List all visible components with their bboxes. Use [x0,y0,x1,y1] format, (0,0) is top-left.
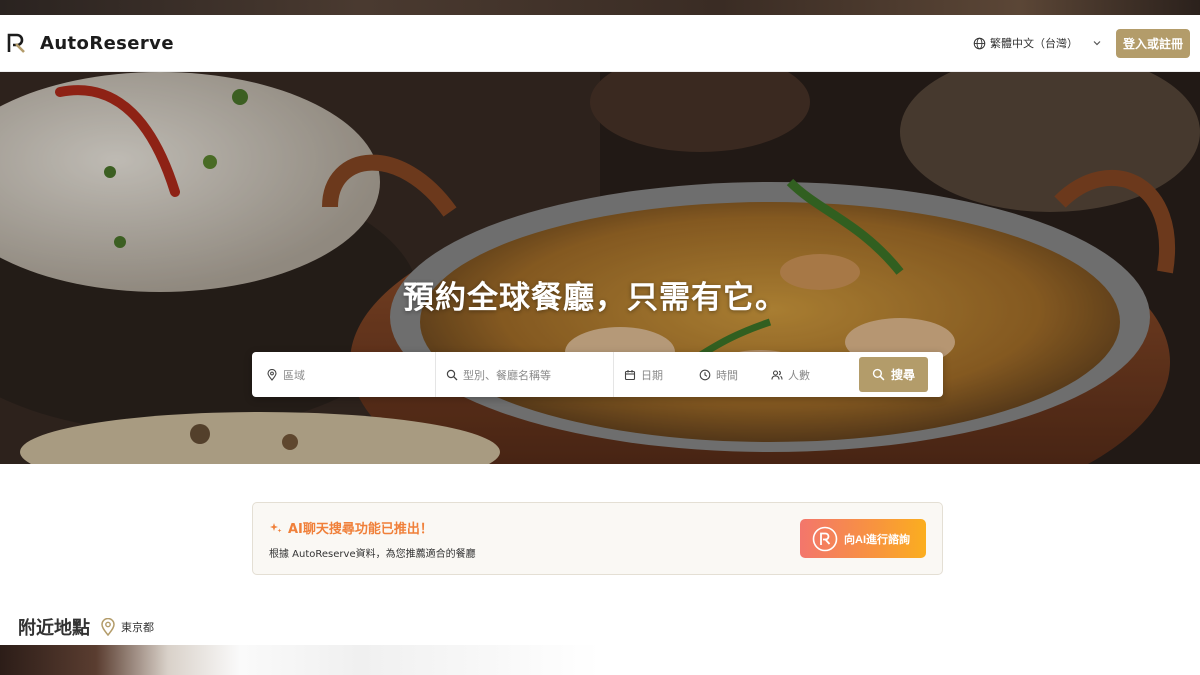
language-selector[interactable]: 繁體中文（台灣） [973,35,1102,51]
ai-banner-title: AI聊天搜尋功能已推出！ [269,518,433,537]
nearby-location-label: 東京都 [121,621,154,634]
nearby-location-selector[interactable]: 東京都 [100,618,154,636]
ask-ai-label: 向AI進行諮詢 [844,533,910,546]
brand-name: AutoReserve [40,32,174,54]
search-icon [446,369,458,380]
location-pin-icon [101,618,115,636]
genre-field[interactable]: 型別、餐廳名稱等 [436,352,614,397]
hero-headline: 預約全球餐廳，只需有它。 [403,280,787,316]
time-field[interactable]: 時間 [699,352,771,397]
search-button-label: 搜尋 [890,368,915,382]
location-pin-icon [267,368,277,381]
ai-banner-subtitle: 根據 AutoReserve資料，為您推薦適合的餐廳 [269,549,476,560]
search-icon [872,368,885,381]
ai-banner-title-text: AI聊天搜尋功能已推出！ [288,522,433,537]
top-photo-strip [0,0,1200,15]
header: AutoReserve 繁體中文（台灣） 登入或註冊 [0,15,1200,72]
area-placeholder: 區域 [283,368,305,382]
restaurant-search-bar: 區域 型別、餐廳名稱等 日期 時間 人數 搜尋 [252,352,943,397]
nearby-title: 附近地點 [18,618,90,639]
people-placeholder: 人數 [788,368,810,382]
time-placeholder: 時間 [716,368,738,382]
sparkle-icon [270,522,282,532]
people-field[interactable]: 人數 [771,352,859,397]
globe-icon [973,37,986,49]
login-register-button[interactable]: 登入或註冊 [1115,28,1190,58]
autoreserve-logo-icon [7,33,25,53]
people-icon [771,369,783,380]
search-button[interactable]: 搜尋 [859,357,928,392]
date-field[interactable]: 日期 [614,352,699,397]
genre-placeholder: 型別、餐廳名稱等 [463,368,551,382]
ask-ai-button[interactable]: 向AI進行諮詢 [800,519,926,558]
hero-food-image [0,72,1200,464]
date-placeholder: 日期 [641,368,663,382]
ai-chat-banner: AI聊天搜尋功能已推出！ 根據 AutoReserve資料，為您推薦適合的餐廳 … [252,502,943,575]
nearby-section-header: 附近地點 東京都 [18,614,154,640]
hero-banner: 預約全球餐廳，只需有它。 區域 型別、餐廳名稱等 日期 時間 人數 搜尋 [0,72,1200,464]
chevron-down-icon [1093,41,1101,46]
ai-logo-icon [812,526,838,551]
restaurant-card-row-preview [0,645,1200,675]
brand-logo[interactable]: AutoReserve [6,31,174,55]
language-label: 繁體中文（台灣） [989,37,1078,50]
calendar-icon [624,369,636,380]
area-field[interactable]: 區域 [266,352,436,397]
clock-icon [699,369,711,380]
